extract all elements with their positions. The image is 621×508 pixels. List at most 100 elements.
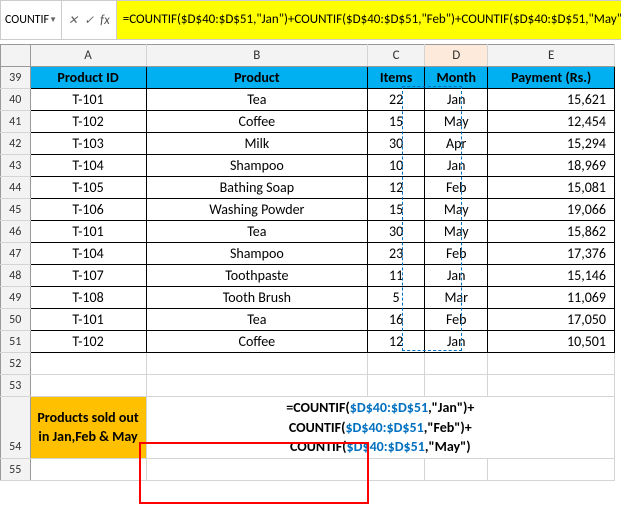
cell[interactable]: Milk	[146, 133, 368, 155]
name-box[interactable]: COUNTIF ▼	[1, 1, 62, 39]
cell[interactable]	[368, 353, 425, 375]
cell[interactable]	[30, 375, 146, 397]
col-head-A[interactable]: A	[30, 45, 146, 67]
cell[interactable]: T-108	[30, 287, 146, 309]
cell[interactable]: Feb	[425, 309, 488, 331]
cell[interactable]: Feb	[425, 243, 488, 265]
row-head-44[interactable]: 44	[1, 177, 31, 199]
cell[interactable]: Tea	[146, 309, 368, 331]
row-head-49[interactable]: 49	[1, 287, 31, 309]
cell[interactable]: 22	[368, 89, 425, 111]
cell[interactable]: 11	[368, 265, 425, 287]
cell[interactable]: Shampoo	[146, 155, 368, 177]
row-head-41[interactable]: 41	[1, 111, 31, 133]
cell[interactable]: May	[425, 111, 488, 133]
cell[interactable]: T-101	[30, 89, 146, 111]
cell[interactable]	[30, 459, 146, 481]
cell[interactable]: T-101	[30, 309, 146, 331]
col-head-D[interactable]: D	[425, 45, 488, 67]
cell[interactable]: 15,146	[488, 265, 615, 287]
cell[interactable]: T-104	[30, 155, 146, 177]
cancel-icon[interactable]: ✕	[68, 13, 78, 28]
cell[interactable]	[425, 375, 488, 397]
cell[interactable]: 19,066	[488, 199, 615, 221]
cell[interactable]: May	[425, 221, 488, 243]
cell[interactable]	[146, 353, 368, 375]
row-head-45[interactable]: 45	[1, 199, 31, 221]
cell[interactable]: T-102	[30, 331, 146, 353]
row-head-39[interactable]: 39	[1, 67, 31, 89]
header-month[interactable]: Month	[425, 67, 488, 89]
formula-display-cell[interactable]: =COUNTIF($D$40:$D$51,"Jan")+ COUNTIF($D$…	[146, 397, 614, 459]
cell[interactable]	[488, 375, 615, 397]
cell[interactable]: 16	[368, 309, 425, 331]
row-head-42[interactable]: 42	[1, 133, 31, 155]
spreadsheet-grid[interactable]: A B C D E 39 Product ID Product Items Mo…	[0, 44, 615, 481]
col-head-C[interactable]: C	[368, 45, 425, 67]
cell[interactable]	[488, 459, 615, 481]
cell[interactable]: Jan	[425, 265, 488, 287]
cell[interactable]: 15	[368, 199, 425, 221]
cell[interactable]: 18,969	[488, 155, 615, 177]
cell[interactable]: Jan	[425, 155, 488, 177]
cell[interactable]	[488, 353, 615, 375]
row-head-50[interactable]: 50	[1, 309, 31, 331]
cell[interactable]: 12	[368, 177, 425, 199]
summary-label-cell[interactable]: Products sold out in Jan,Feb & May	[30, 397, 146, 459]
cell[interactable]: Coffee	[146, 331, 368, 353]
cell[interactable]: Tooth Brush	[146, 287, 368, 309]
cell[interactable]: Feb	[425, 177, 488, 199]
cell[interactable]	[30, 353, 146, 375]
row-head-48[interactable]: 48	[1, 265, 31, 287]
row-head-46[interactable]: 46	[1, 221, 31, 243]
cell[interactable]: Apr	[425, 133, 488, 155]
cell[interactable]: Mar	[425, 287, 488, 309]
cell[interactable]: T-104	[30, 243, 146, 265]
row-head-53[interactable]: 53	[1, 375, 31, 397]
cell[interactable]: T-106	[30, 199, 146, 221]
row-head-55[interactable]: 55	[1, 459, 31, 481]
cell[interactable]: Washing Powder	[146, 199, 368, 221]
cell[interactable]: T-107	[30, 265, 146, 287]
row-head-51[interactable]: 51	[1, 331, 31, 353]
corner-cell[interactable]	[1, 45, 31, 67]
cell[interactable]: T-103	[30, 133, 146, 155]
formula-input[interactable]: =COUNTIF($D$40:$D$51,"Jan")+COUNTIF($D$4…	[117, 1, 621, 39]
header-product[interactable]: Product	[146, 67, 368, 89]
fx-icon[interactable]: fx	[100, 13, 110, 28]
row-head-54[interactable]: 54	[1, 397, 31, 459]
header-payment[interactable]: Payment (Rs.)	[488, 67, 615, 89]
cell[interactable]: 15	[368, 111, 425, 133]
cell[interactable]: 15,294	[488, 133, 615, 155]
cell[interactable]	[368, 375, 425, 397]
cell[interactable]: Shampoo	[146, 243, 368, 265]
cell[interactable]: 10,501	[488, 331, 615, 353]
cell[interactable]: Jan	[425, 89, 488, 111]
row-head-47[interactable]: 47	[1, 243, 31, 265]
cell[interactable]: Tea	[146, 89, 368, 111]
col-head-E[interactable]: E	[488, 45, 615, 67]
cell[interactable]: 23	[368, 243, 425, 265]
cell[interactable]: 15,621	[488, 89, 615, 111]
cell[interactable]: T-101	[30, 221, 146, 243]
header-items[interactable]: Items	[368, 67, 425, 89]
cell[interactable]: May	[425, 199, 488, 221]
cell[interactable]	[425, 353, 488, 375]
cell[interactable]	[425, 459, 488, 481]
cell[interactable]	[146, 459, 368, 481]
header-product-id[interactable]: Product ID	[30, 67, 146, 89]
cell[interactable]: Jan	[425, 331, 488, 353]
cell[interactable]: Toothpaste	[146, 265, 368, 287]
cell[interactable]	[368, 459, 425, 481]
cell[interactable]	[146, 375, 368, 397]
cell[interactable]: 11,069	[488, 287, 615, 309]
row-head-52[interactable]: 52	[1, 353, 31, 375]
cell[interactable]: 30	[368, 221, 425, 243]
cell[interactable]: Tea	[146, 221, 368, 243]
cell[interactable]: 17,050	[488, 309, 615, 331]
row-head-43[interactable]: 43	[1, 155, 31, 177]
confirm-icon[interactable]: ✓	[84, 13, 94, 28]
name-box-dropdown-icon[interactable]: ▼	[49, 15, 57, 25]
cell[interactable]: 30	[368, 133, 425, 155]
cell[interactable]: 5	[368, 287, 425, 309]
